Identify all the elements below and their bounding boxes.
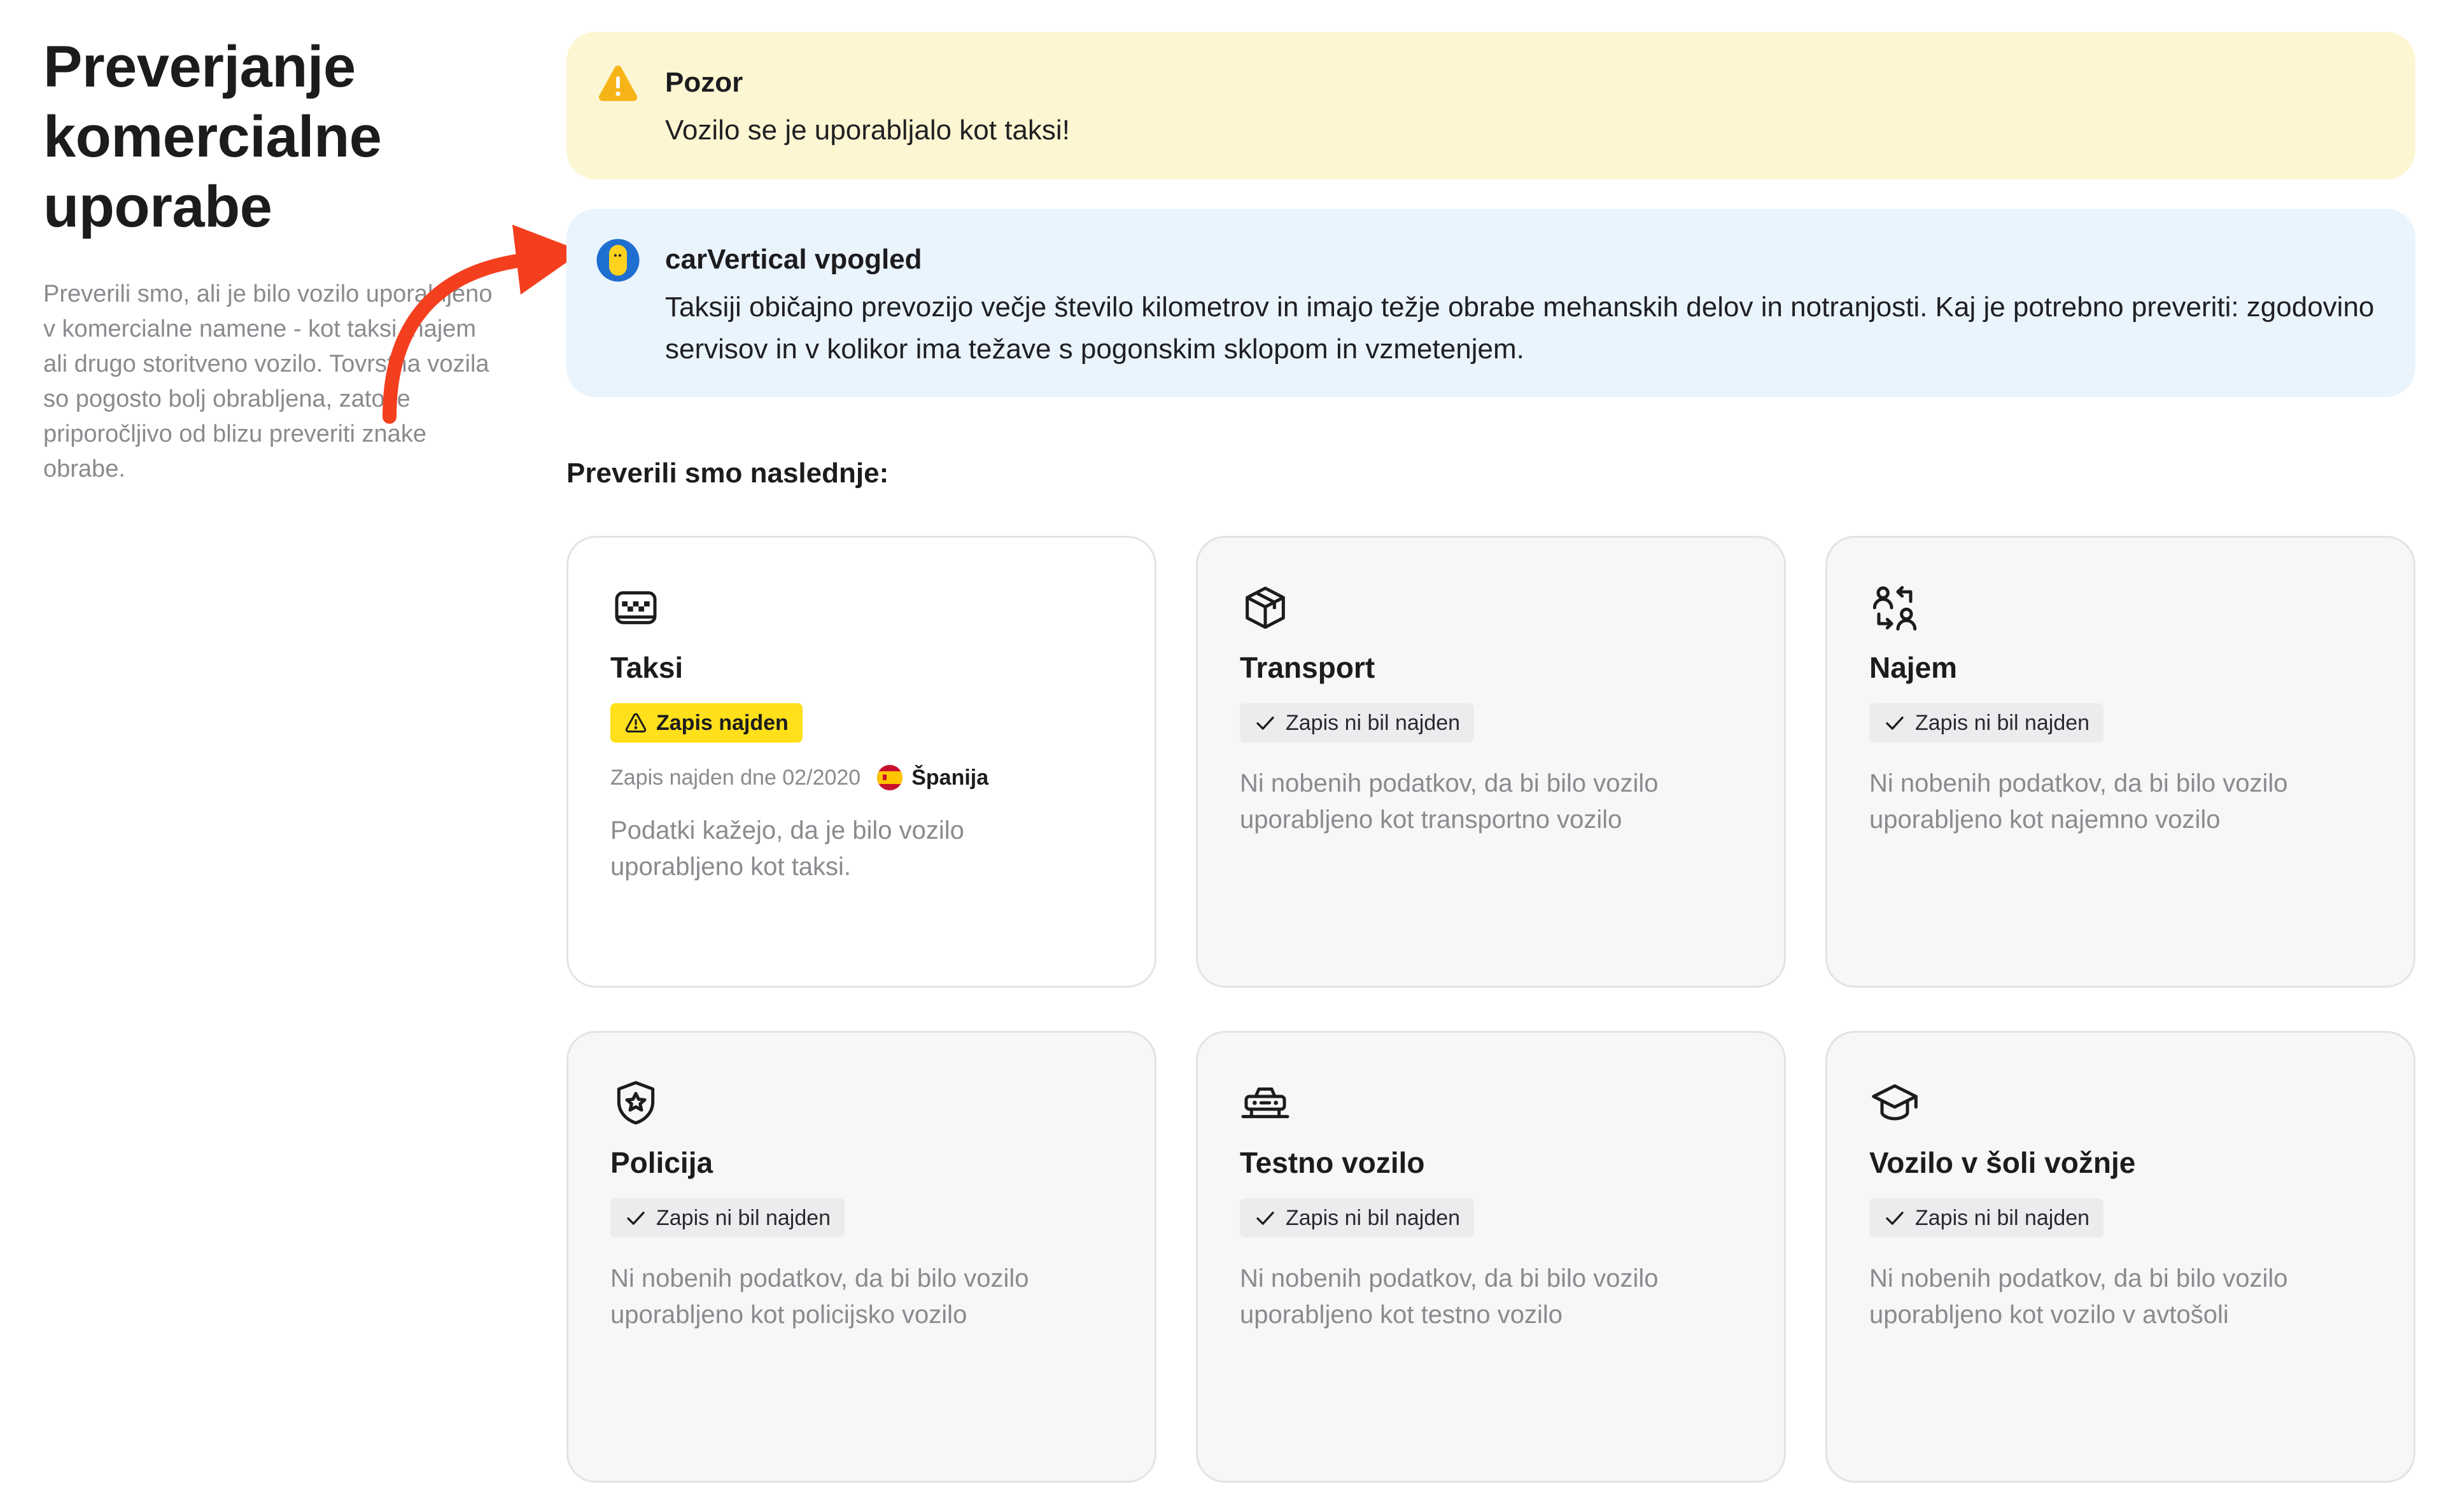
spain-flag-icon	[877, 765, 903, 790]
warning-triangle-icon	[598, 66, 638, 101]
card-title: Taksi	[610, 651, 684, 684]
insight-alert: carVertical vpogled Taksiji običajno pre…	[566, 209, 2415, 397]
main-content: Pozor Vozilo se je uporabljalo kot taksi…	[566, 32, 2415, 1483]
warning-text: Vozilo se je uporabljalo kot taksi!	[665, 115, 1070, 146]
card-description: Ni nobenih podatkov, da bi bilo vozilo u…	[1869, 1264, 2288, 1329]
card-description: Ni nobenih podatkov, da bi bilo vozilo u…	[1240, 769, 1659, 834]
card-title: Najem	[1869, 651, 1958, 684]
warning-title: Pozor	[665, 67, 743, 98]
status-badge: Zapis ni bil najden	[610, 1198, 845, 1238]
status-label: Zapis ni bil najden	[1915, 711, 2090, 735]
card-title: Policija	[610, 1146, 713, 1179]
status-badge: Zapis ni bil najden	[1240, 703, 1475, 743]
status-label: Zapis ni bil najden	[1915, 1206, 2090, 1230]
card-title: Transport	[1240, 651, 1375, 684]
checkmark-icon	[627, 1212, 645, 1225]
taxi-icon	[615, 591, 657, 624]
check-card-taxi: Taksi Zapis najden Zapis najden dne 02/2…	[566, 536, 1156, 988]
insight-title: carVertical vpogled	[665, 244, 922, 275]
checks-grid: Taksi Zapis najden Zapis najden dne 02/2…	[566, 536, 2415, 1483]
card-title: Testno vozilo	[1240, 1146, 1425, 1179]
insight-text: Taksiji običajno prevozijo večje število…	[665, 291, 2375, 365]
card-description: Ni nobenih podatkov, da bi bilo vozilo u…	[1240, 1264, 1659, 1329]
checkmark-icon	[1256, 717, 1274, 730]
police-badge-icon	[617, 1081, 655, 1125]
graduation-cap-icon	[1872, 1084, 1918, 1121]
status-label: Zapis ni bil najden	[1286, 711, 1461, 735]
checkmark-icon	[1886, 717, 1904, 730]
card-description: Ni nobenih podatkov, da bi bilo vozilo u…	[610, 1264, 1029, 1329]
status-badge: Zapis najden	[610, 703, 803, 743]
warning-alert: Pozor Vozilo se je uporabljalo kot taksi…	[566, 32, 2415, 179]
box-icon	[1246, 586, 1285, 629]
status-badge: Zapis ni bil najden	[1240, 1198, 1475, 1238]
card-description: Ni nobenih podatkov, da bi bilo vozilo u…	[1869, 769, 2288, 834]
test-car-icon	[1241, 1087, 1289, 1119]
check-card-police: Policija Zapis ni bil najden Ni nobenih …	[566, 1031, 1156, 1483]
page-title: Preverjanje komercialne uporabe	[43, 34, 382, 239]
card-description: Podatki kažejo, da je bilo vozilo uporab…	[610, 816, 964, 881]
record-date: Zapis najden dne 02/2020	[610, 766, 861, 790]
record-info: Zapis najden dne 02/2020 Španija	[610, 762, 1113, 794]
status-label: Zapis ni bil najden	[656, 1206, 831, 1230]
record-country: Španija	[911, 766, 989, 790]
warning-triangle-icon	[625, 713, 647, 732]
checkmark-icon	[1886, 1212, 1904, 1225]
card-title: Vozilo v šoli vožnje	[1869, 1146, 2136, 1179]
status-label: Zapis ni bil najden	[1286, 1206, 1461, 1230]
check-card-transport: Transport Zapis ni bil najden Ni nobenih…	[1196, 536, 1786, 988]
check-card-driving-school: Vozilo v šoli vožnje Zapis ni bil najden…	[1825, 1031, 2415, 1483]
status-badge: Zapis ni bil najden	[1869, 703, 2104, 743]
checks-heading: Preverili smo naslednje:	[566, 458, 889, 489]
user-swap-icon	[1872, 585, 1917, 631]
status-badge: Zapis ni bil najden	[1869, 1198, 2104, 1238]
check-card-rental: Najem Zapis ni bil najden Ni nobenih pod…	[1825, 536, 2415, 988]
annotation-arrow-icon	[383, 225, 582, 424]
check-card-test-vehicle: Testno vozilo Zapis ni bil najden Ni nob…	[1196, 1031, 1786, 1483]
status-label: Zapis najden	[656, 711, 789, 735]
checkmark-icon	[1256, 1212, 1274, 1225]
carvertical-logo-icon	[596, 239, 640, 282]
